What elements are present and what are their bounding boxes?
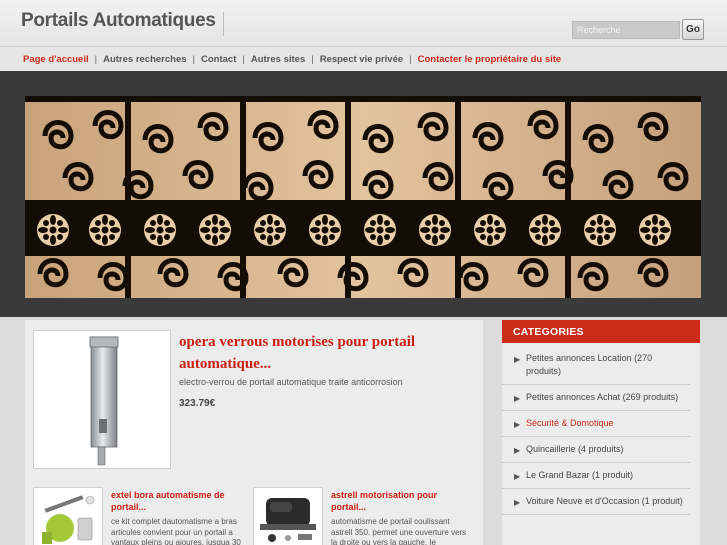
bullet-arrow-icon: ▶ [514, 355, 521, 364]
product-card-image[interactable] [33, 487, 103, 545]
site-title[interactable]: Portails Automatiques [21, 10, 216, 32]
electric-lock-image [89, 336, 119, 466]
nav-contact[interactable]: Contact [201, 54, 236, 65]
category-label[interactable]: Voiture Neuve et d'Occasion (1 produit) [526, 496, 683, 506]
categories-list: ▶ Petites annonces Location (270 produit… [502, 346, 690, 515]
featured-product-image[interactable] [33, 330, 171, 469]
bullet-arrow-icon: ▶ [514, 420, 521, 429]
nav-separator: | [192, 53, 195, 65]
title-divider [223, 12, 224, 36]
nav-separator: | [242, 53, 245, 65]
category-item[interactable]: ▶ Le Grand Bazar (1 produit) [502, 463, 690, 489]
category-item[interactable]: ▶ Quincaillerie (4 produits) [502, 437, 690, 463]
category-item[interactable]: ▶ Sécurité & Domotique [502, 411, 690, 437]
banner-image [25, 96, 701, 298]
site-header: Portails Automatiques Go [0, 0, 727, 46]
nav-separator: | [94, 53, 98, 65]
category-label[interactable]: Le Grand Bazar (1 produit) [526, 470, 633, 480]
category-label[interactable]: Quincaillerie (4 produits) [526, 444, 624, 454]
nav-separator: | [409, 53, 412, 65]
nav-separator: | [311, 53, 314, 65]
bullet-arrow-icon: ▶ [514, 446, 521, 455]
main-nav: Page d'accueil | Autres recherches | Con… [0, 46, 727, 71]
category-label[interactable]: Petites annonces Achat (269 produits) [526, 392, 678, 402]
bullet-arrow-icon: ▶ [514, 394, 521, 403]
nav-home[interactable]: Page d'accueil [23, 54, 89, 65]
sliding-gate-motor-image [260, 498, 316, 542]
bullet-arrow-icon: ▶ [514, 472, 521, 481]
featured-product-title[interactable]: opera verrous motorises pour portail aut… [179, 331, 449, 375]
featured-product-description: electro-verrou de portail automatique tr… [179, 377, 403, 387]
category-label[interactable]: Sécurité & Domotique [526, 418, 614, 428]
featured-product-price: 323.79€ [179, 398, 216, 409]
category-item[interactable]: ▶ Petites annonces Achat (269 produits) [502, 385, 690, 411]
category-item[interactable]: ▶ Voiture Neuve et d'Occasion (1 produit… [502, 489, 690, 515]
nav-other-sites[interactable]: Autres sites [251, 54, 305, 65]
nav-other-searches[interactable]: Autres recherches [103, 54, 186, 65]
wrought-iron-gate-illustration [25, 96, 701, 298]
product-card-title[interactable]: astrell motorisation pour portail... [331, 489, 471, 513]
product-card-image[interactable] [253, 487, 323, 545]
product-card-description: ce kit complet dautomatisme a bras artic… [111, 517, 241, 545]
product-card-title[interactable]: extel bora automatisme de portail... [111, 489, 243, 513]
search-input[interactable] [572, 21, 680, 39]
nav-contact-owner[interactable]: Contacter le propriétaire du site [418, 54, 562, 65]
gate-arm-kit-image [42, 495, 95, 544]
bullet-arrow-icon: ▶ [514, 498, 521, 507]
product-card-description: automatisme de portail coulissant astrel… [331, 517, 467, 545]
category-item[interactable]: ▶ Petites annonces Location (270 produit… [502, 346, 690, 385]
categories-header: CATEGORIES [502, 320, 700, 343]
category-label[interactable]: Petites annonces Location (270 produits) [526, 353, 652, 376]
nav-privacy[interactable]: Respect vie privée [320, 54, 403, 65]
search-go-button[interactable]: Go [682, 19, 704, 40]
